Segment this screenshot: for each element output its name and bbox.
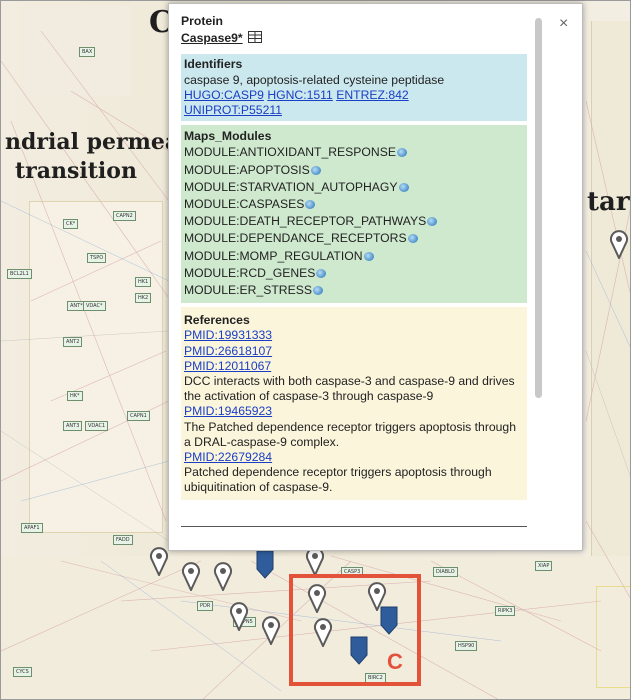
- map-node[interactable]: HK1: [135, 277, 152, 287]
- globe-icon[interactable]: [363, 251, 374, 261]
- globe-icon[interactable]: [398, 182, 409, 192]
- protein-info-popup: × Protein Caspase9* Identifiers caspase …: [168, 3, 583, 551]
- entrez-link[interactable]: ENTREZ:842: [336, 88, 408, 102]
- marker-grey-pin[interactable]: [213, 561, 233, 591]
- map-node[interactable]: VDAC1: [85, 421, 109, 431]
- marker-grey-pin[interactable]: [181, 561, 201, 591]
- map-node[interactable]: FADD: [113, 535, 133, 545]
- map-node[interactable]: RIPK3: [495, 606, 516, 616]
- map-node[interactable]: PDR: [197, 601, 214, 611]
- module-item[interactable]: MODULE:APOPTOSIS: [184, 162, 523, 179]
- hgnc-link[interactable]: HGNC:1511: [267, 88, 332, 102]
- pmid-link[interactable]: PMID:19465923: [184, 404, 272, 418]
- pmid-link[interactable]: PMID:12011067: [184, 359, 271, 373]
- map-node[interactable]: XIAP: [535, 561, 553, 571]
- map-node[interactable]: HSP90: [455, 641, 478, 651]
- map-heading-right: tary: [587, 187, 630, 217]
- marker-grey-pin[interactable]: [261, 615, 281, 645]
- pmid-link[interactable]: PMID:19931333: [184, 328, 272, 342]
- maps-modules-heading: Maps_Modules: [184, 129, 272, 144]
- module-item[interactable]: MODULE:STARVATION_AUTOPHAGY: [184, 179, 523, 196]
- module-label: MODULE:DEPENDANCE_RECEPTORS: [184, 231, 407, 246]
- protein-name-row: Caspase9*: [181, 31, 527, 46]
- globe-icon[interactable]: [313, 286, 323, 296]
- globe-icon[interactable]: [316, 268, 327, 278]
- popup-divider: [181, 526, 527, 527]
- globe-icon[interactable]: [407, 234, 418, 244]
- module-item[interactable]: MODULE:MOMP_REGULATION: [184, 248, 523, 265]
- entity-type-label: Protein: [181, 14, 223, 28]
- module-label: MODULE:ER_STRESS: [184, 283, 312, 298]
- highlight-label: C: [387, 649, 403, 674]
- map-node[interactable]: HK*: [67, 391, 83, 401]
- popup-scrollbar[interactable]: [535, 18, 542, 398]
- marker-grey-pin[interactable]: [229, 601, 249, 631]
- marker-blue-pin[interactable]: [255, 549, 275, 579]
- globe-icon[interactable]: [396, 148, 407, 158]
- module-item[interactable]: MODULE:CASPASES: [184, 196, 523, 213]
- module-item[interactable]: MODULE:DEPENDANCE_RECEPTORS: [184, 230, 523, 247]
- uniprot-link[interactable]: UNIPROT:P55211: [184, 103, 282, 117]
- map-node[interactable]: CYCS: [13, 667, 32, 677]
- module-item[interactable]: MODULE:ER_STRESS: [184, 282, 523, 299]
- marker-grey-pin[interactable]: [609, 229, 629, 259]
- reference-note: Patched dependence receptor triggers apo…: [184, 465, 492, 495]
- reference-note: DCC interacts with both caspase-3 and ca…: [184, 374, 515, 404]
- identifiers-description: caspase 9, apoptosis-related cysteine pe…: [184, 72, 445, 87]
- table-icon[interactable]: [248, 31, 263, 44]
- module-label: MODULE:STARVATION_AUTOPHAGY: [184, 179, 398, 194]
- map-node[interactable]: CAPN1: [127, 411, 150, 421]
- map-node[interactable]: VDAC*: [83, 301, 106, 311]
- module-item[interactable]: MODULE:ANTIOXIDANT_RESPONSE: [184, 144, 523, 161]
- module-label: MODULE:APOPTOSIS: [184, 162, 310, 177]
- map-node[interactable]: ANT3: [63, 421, 83, 431]
- map-node[interactable]: BCL2L1: [7, 269, 32, 279]
- map-node[interactable]: CAPN2: [113, 211, 136, 221]
- module-item[interactable]: MODULE:DEATH_RECEPTOR_PATHWAYS: [184, 213, 523, 230]
- map-node[interactable]: BAX: [79, 47, 96, 57]
- popup-content: Protein Caspase9* Identifiers caspase 9,…: [181, 14, 527, 500]
- module-label: MODULE:CASPASES: [184, 197, 305, 212]
- hugo-link[interactable]: HUGO:CASP9: [184, 88, 264, 102]
- globe-icon[interactable]: [305, 200, 316, 210]
- map-node[interactable]: APAF1: [21, 523, 43, 533]
- module-label: MODULE:MOMP_REGULATION: [184, 248, 363, 263]
- identifier-links: HUGO:CASP9 HGNC:1511 ENTREZ:842 UNIPROT:…: [184, 88, 523, 118]
- identifiers-heading: Identifiers: [184, 57, 243, 72]
- references-section: References PMID:19931333 PMID:26618107 P…: [181, 307, 527, 500]
- module-label: MODULE:DEATH_RECEPTOR_PATHWAYS: [184, 214, 427, 229]
- close-button[interactable]: ×: [559, 16, 568, 32]
- module-label: MODULE:RCD_GENES: [184, 265, 316, 280]
- marker-grey-pin[interactable]: [149, 546, 169, 576]
- protein-name: Caspase9*: [181, 31, 243, 46]
- globe-icon[interactable]: [310, 165, 321, 175]
- maps-modules-section: Maps_Modules MODULE:ANTIOXIDANT_RESPONSE…: [181, 125, 527, 304]
- map-node[interactable]: HK2: [135, 293, 152, 303]
- identifiers-section: Identifiers caspase 9, apoptosis-related…: [181, 54, 527, 122]
- pmid-link[interactable]: PMID:22679284: [184, 450, 272, 464]
- map-node[interactable]: CK*: [63, 219, 79, 229]
- map-node[interactable]: DIABLO: [433, 567, 458, 577]
- map-node[interactable]: TSPO: [87, 253, 107, 263]
- map-heading-left-line2: transition: [15, 158, 137, 184]
- pmid-link[interactable]: PMID:26618107: [184, 344, 272, 358]
- reference-note: The Patched dependence receptor triggers…: [184, 419, 516, 449]
- module-label: MODULE:ANTIOXIDANT_RESPONSE: [184, 145, 396, 160]
- globe-icon[interactable]: [427, 217, 438, 227]
- module-item[interactable]: MODULE:RCD_GENES: [184, 265, 523, 282]
- map-heading-left-line1: ndrial permeal: [5, 129, 188, 155]
- references-heading: References: [184, 313, 250, 328]
- map-node[interactable]: ANT2: [63, 337, 83, 347]
